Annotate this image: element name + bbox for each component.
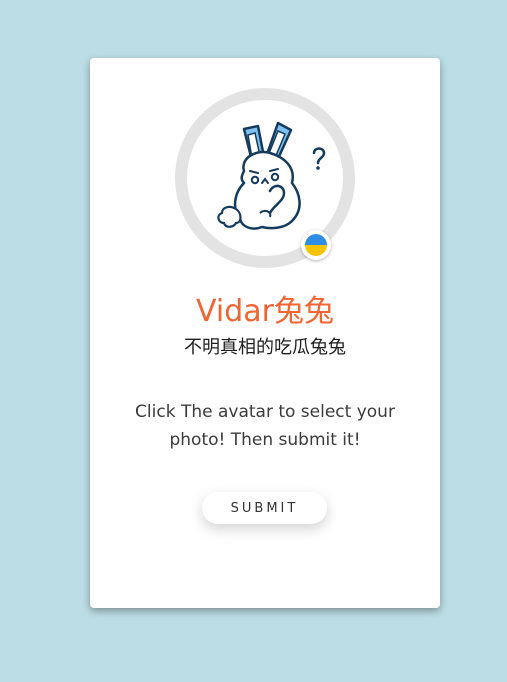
profile-name: Vidar兔兔 (196, 294, 334, 329)
rabbit-avatar-icon (217, 121, 326, 230)
profile-subtitle: 不明真相的吃瓜兔兔 (184, 337, 346, 358)
avatar-upload[interactable] (175, 88, 355, 268)
profile-card: Vidar兔兔 不明真相的吃瓜兔兔 Click The avatar to se… (90, 58, 440, 608)
ukraine-flag-icon (305, 234, 327, 256)
badge (301, 230, 331, 260)
submit-button[interactable]: SUBMIT (202, 492, 327, 524)
instructions-text: Click The avatar to select your photo! T… (135, 402, 395, 450)
